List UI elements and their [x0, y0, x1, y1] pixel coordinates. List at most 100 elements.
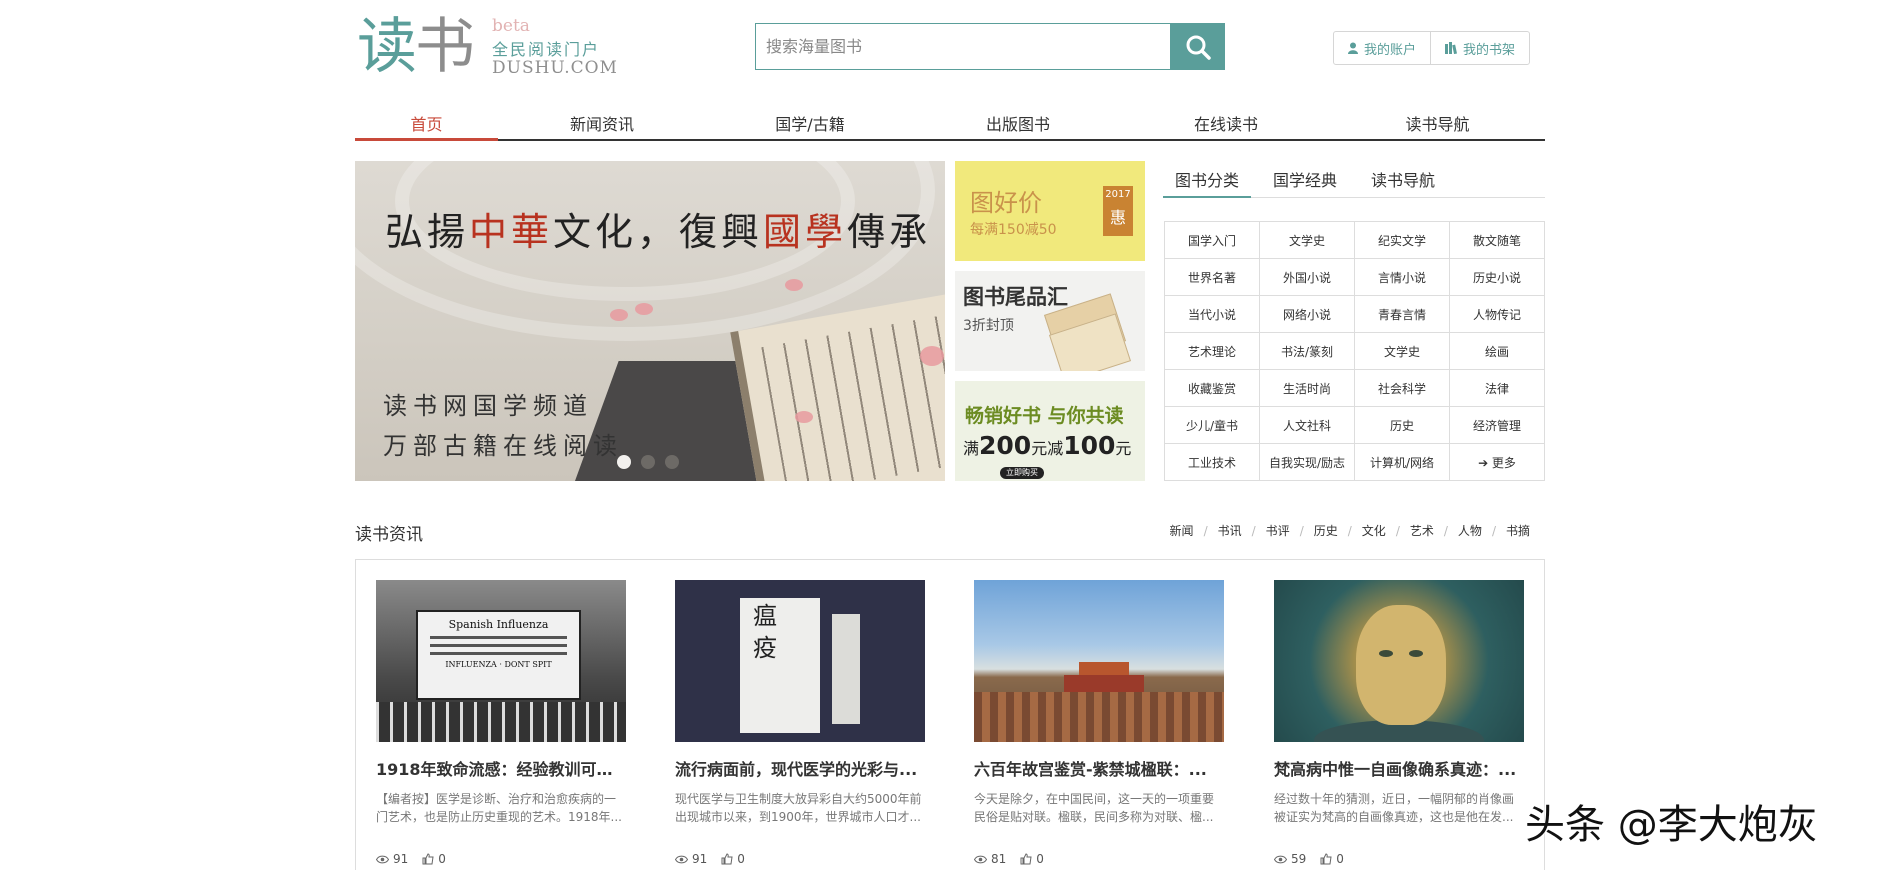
section-link-culture[interactable]: 文化 [1362, 522, 1386, 539]
tab-guoxue-classics[interactable]: 国学经典 [1261, 160, 1349, 197]
category-link[interactable]: 散文随笔 [1450, 222, 1545, 259]
search-input[interactable] [755, 23, 1170, 70]
banner-title: 弘揚中華文化，復興國學傳承 [385, 201, 931, 256]
news-card: 瘟疫 流行病面前，现代医学的光彩与... 现代医学与卫生制度大放异彩自大约500… [675, 580, 925, 866]
image-portrait-face [1356, 605, 1446, 725]
category-link[interactable]: 书法/篆刻 [1260, 333, 1355, 370]
category-link[interactable]: 文学史 [1355, 333, 1450, 370]
thumbs-up-icon [422, 853, 434, 865]
tab-reading-guide[interactable]: 读书导航 [1359, 160, 1447, 197]
news-card-meta: 59 0 [1274, 852, 1524, 866]
category-link[interactable]: 世界名著 [1165, 259, 1260, 296]
category-link[interactable]: 艺术理论 [1165, 333, 1260, 370]
banner-carousel[interactable]: 弘揚中華文化，復興國學傳承 读书网国学频道 万部古籍在线阅读 [355, 161, 945, 481]
promo-clearance[interactable]: 图书尾品汇 3折封顶 [955, 271, 1145, 371]
eye-icon [974, 855, 987, 863]
news-card-image[interactable] [974, 580, 1224, 742]
my-account-button[interactable]: 我的账户 [1334, 32, 1430, 64]
site-logo[interactable]: 读书 beta 全民阅读门户 DUSHU.COM [357, 14, 637, 84]
nav-item-news[interactable]: 新闻资讯 [498, 106, 706, 139]
category-link[interactable]: 青春言情 [1355, 296, 1450, 333]
section-link-excerpts[interactable]: 书摘 [1506, 522, 1530, 539]
category-link[interactable]: 外国小说 [1260, 259, 1355, 296]
view-count: 91 [675, 852, 707, 866]
category-link[interactable]: 历史 [1355, 407, 1450, 444]
category-link[interactable]: 法律 [1450, 370, 1545, 407]
news-card-image[interactable] [1274, 580, 1524, 742]
promo3-buy-button[interactable]: 立即购买 [1000, 467, 1044, 479]
promo1-title: 图好价 [970, 189, 1042, 217]
image-portrait-eye [1409, 650, 1423, 657]
like-count[interactable]: 0 [1320, 852, 1344, 866]
category-link[interactable]: 当代小说 [1165, 296, 1260, 333]
banner-subtitle-1: 读书网国学频道 [383, 392, 593, 420]
my-bookshelf-button[interactable]: 我的书架 [1430, 32, 1529, 64]
carousel-dot-3[interactable] [665, 455, 679, 469]
nav-item-guoxue[interactable]: 国学/古籍 [706, 106, 914, 139]
news-card-meta: 81 0 [974, 852, 1224, 866]
category-link[interactable]: 社会科学 [1355, 370, 1450, 407]
news-card-title[interactable]: 六百年故宫鉴赏-紫禁城楹联：... [974, 756, 1224, 780]
carousel-dot-2[interactable] [641, 455, 655, 469]
search-button[interactable] [1170, 23, 1225, 70]
category-link[interactable]: 经济管理 [1450, 407, 1545, 444]
separator: / [1251, 523, 1256, 538]
category-link[interactable]: 网络小说 [1260, 296, 1355, 333]
category-more-link[interactable]: ➔ 更多 [1450, 444, 1545, 481]
promo-good-price[interactable]: 图好价 每满150减50 2017 惠 [955, 161, 1145, 261]
like-count[interactable]: 0 [721, 852, 745, 866]
promo3-offer-e: 元 [1115, 439, 1132, 458]
news-card-image[interactable]: Spanish Influenza INFLUENZA · DONT SPIT [376, 580, 626, 742]
news-card: 六百年故宫鉴赏-紫禁城楹联：... 今天是除夕，在中国民间，这一天的一项重要民俗… [974, 580, 1224, 866]
category-link[interactable]: 文学史 [1260, 222, 1355, 259]
category-link[interactable]: 自我实现/励志 [1260, 444, 1355, 481]
category-link[interactable]: 言情小说 [1355, 259, 1450, 296]
news-card-title[interactable]: 梵高病中惟一自画像确系真迹：... [1274, 756, 1524, 780]
news-card-meta: 91 0 [376, 852, 626, 866]
category-link[interactable]: 人文社科 [1260, 407, 1355, 444]
section-link-history[interactable]: 历史 [1314, 522, 1338, 539]
nav-item-online-reading[interactable]: 在线读书 [1122, 106, 1330, 139]
category-link[interactable]: 国学入门 [1165, 222, 1260, 259]
nav-item-reading-guide[interactable]: 读书导航 [1330, 106, 1545, 139]
separator: / [1443, 523, 1448, 538]
news-card-title[interactable]: 流行病面前，现代医学的光彩与... [675, 756, 925, 780]
carousel-dots [617, 455, 679, 469]
news-card-title[interactable]: 1918年致命流感：经验教训可以... [376, 756, 626, 780]
like-count[interactable]: 0 [1020, 852, 1044, 866]
nav-item-home[interactable]: 首页 [355, 106, 498, 141]
category-link[interactable]: 人物传记 [1450, 296, 1545, 333]
promo3-offer-d: 100 [1063, 431, 1116, 460]
category-link[interactable]: 生活时尚 [1260, 370, 1355, 407]
section-link-art[interactable]: 艺术 [1410, 522, 1434, 539]
like-count[interactable]: 0 [422, 852, 446, 866]
separator: / [1491, 523, 1496, 538]
category-link[interactable]: 绘画 [1450, 333, 1545, 370]
section-title: 读书资讯 [355, 525, 423, 545]
category-link[interactable]: 工业技术 [1165, 444, 1260, 481]
section-link-people[interactable]: 人物 [1458, 522, 1482, 539]
page: 读书 beta 全民阅读门户 DUSHU.COM 我的账户 我的书架 首页 新闻… [0, 0, 1902, 870]
category-link[interactable]: 计算机/网络 [1355, 444, 1450, 481]
banner-title-part-3: 文化，復興 [553, 210, 764, 254]
view-count-value: 91 [393, 852, 409, 866]
carousel-dot-1[interactable] [617, 455, 631, 469]
banner-title-part-2: 中華 [469, 210, 554, 254]
category-link[interactable]: 纪实文学 [1355, 222, 1450, 259]
search-bar [755, 23, 1225, 70]
category-link[interactable]: 历史小说 [1450, 259, 1545, 296]
news-card-image[interactable]: 瘟疫 [675, 580, 925, 742]
banner-title-part-4: 國學 [763, 210, 848, 254]
promo2-subtitle: 3折封顶 [963, 318, 1014, 334]
promo-bestsellers[interactable]: 畅销好书 与你共读 满200元减100元 立即购买 [955, 381, 1145, 481]
tab-book-categories[interactable]: 图书分类 [1163, 160, 1252, 198]
like-count-value: 0 [438, 852, 446, 866]
nav-item-publications[interactable]: 出版图书 [914, 106, 1122, 139]
category-link[interactable]: 少儿/童书 [1165, 407, 1260, 444]
section-link-book-news[interactable]: 书讯 [1218, 522, 1242, 539]
section-link-reviews[interactable]: 书评 [1266, 522, 1290, 539]
category-link[interactable]: 收藏鉴赏 [1165, 370, 1260, 407]
promo1-tag-text: 惠 [1109, 208, 1126, 227]
user-icon [1348, 42, 1358, 54]
section-link-news[interactable]: 新闻 [1170, 522, 1194, 539]
